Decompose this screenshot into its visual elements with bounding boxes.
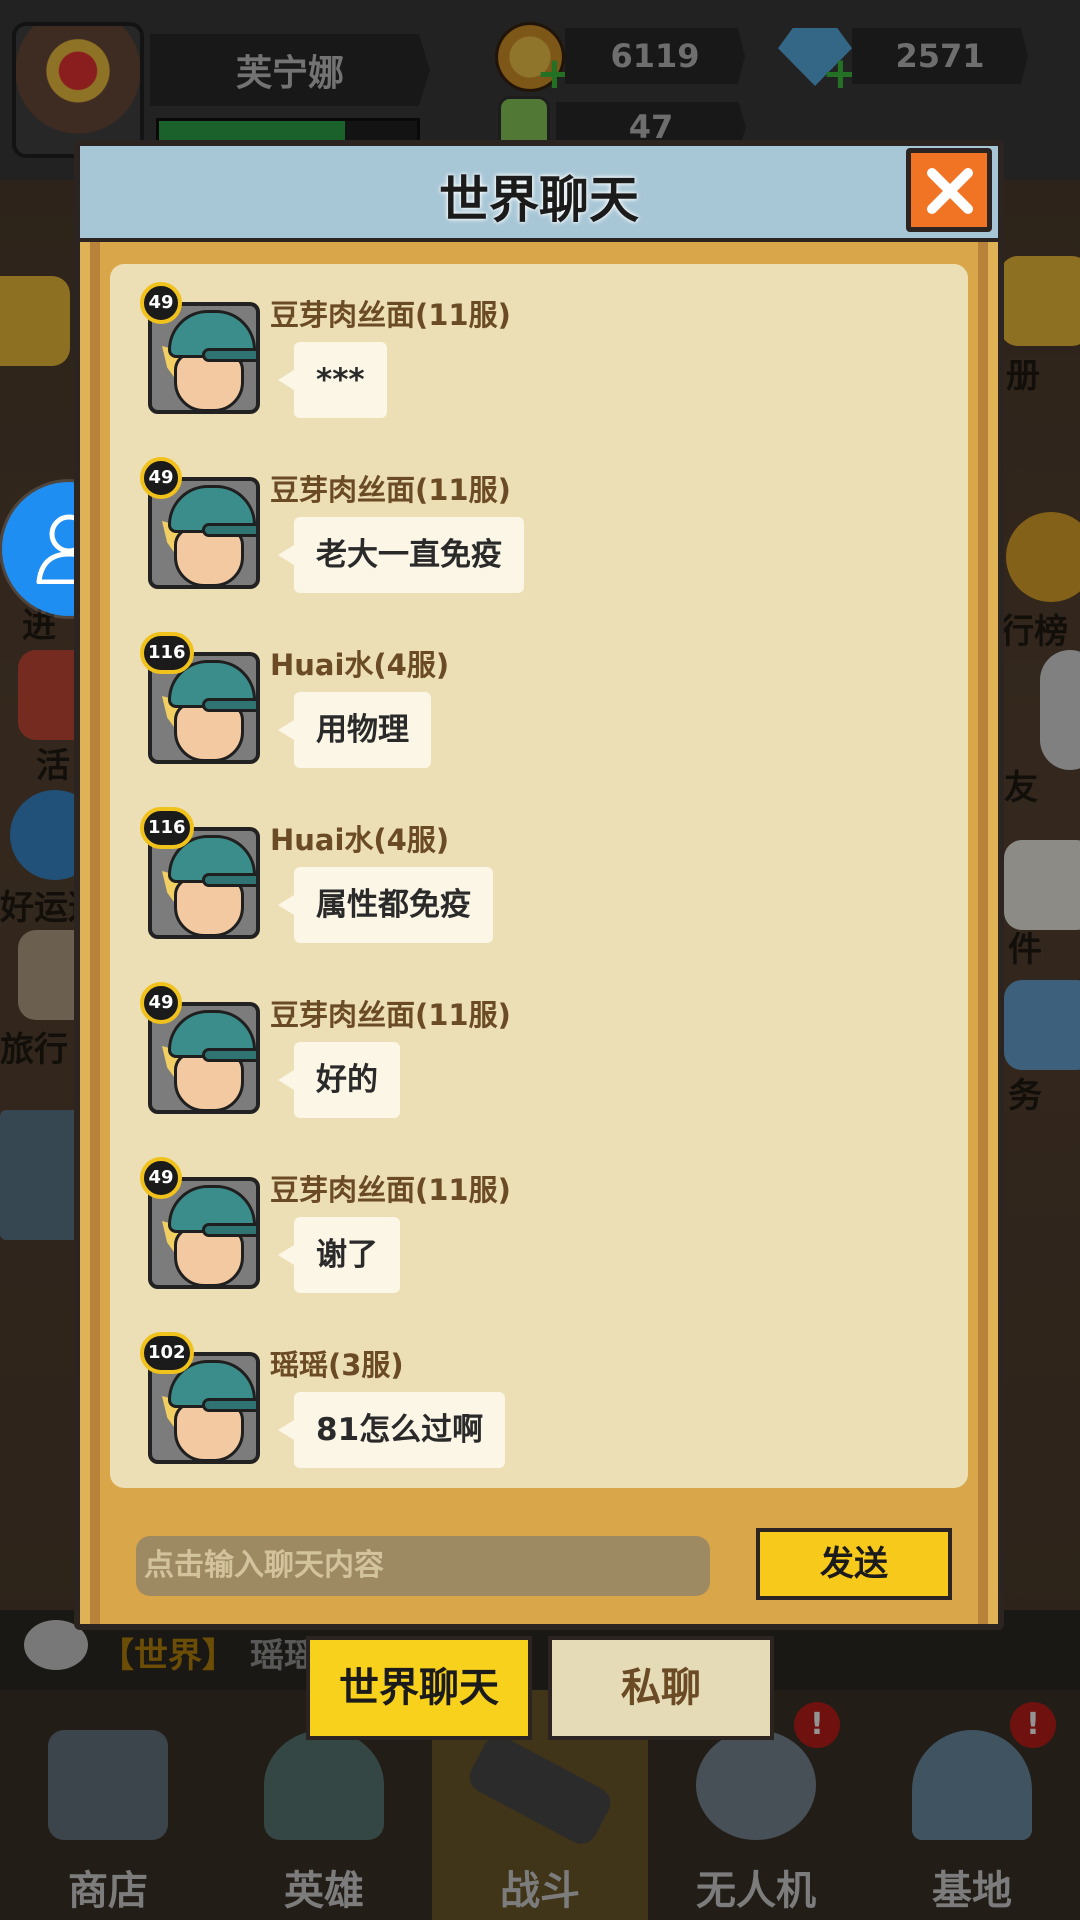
avatar-cap-brim (202, 698, 256, 712)
dialog-header: 世界聊天 (80, 146, 998, 242)
sender-name: Huai水(4服) (270, 823, 450, 857)
avatar-cap-brim (202, 1048, 256, 1062)
message-bubble: 谢了 (278, 1217, 400, 1293)
chat-message: 116 Huai水(4服) 属性都免疫 (140, 807, 948, 977)
tab-world-chat[interactable]: 世界聊天 (306, 1636, 532, 1740)
message-bubble: 81怎么过啊 (277, 1392, 506, 1468)
level-badge: 116 (140, 807, 194, 849)
sender-name: 豆芽肉丝面(11服) (270, 1173, 511, 1207)
chat-message: 49 豆芽肉丝面(11服) 好的 (140, 982, 948, 1152)
message-bubble: 用物理 (278, 692, 431, 768)
send-button[interactable]: 发送 (756, 1528, 952, 1600)
chat-message: 49 豆芽肉丝面(11服) 老大一直免疫 (140, 457, 948, 627)
chat-message: 116 Huai水(4服) 用物理 (140, 632, 948, 802)
game-screen: 芙宁娜 + 6119 + 2571 47 进 活 好运这 旅行 册 行榜 友 件… (0, 0, 1080, 1920)
sender-name: 豆芽肉丝面(11服) (270, 298, 511, 332)
level-badge: 102 (140, 1332, 194, 1374)
sender-name: 瑶瑶(3服) (270, 1348, 404, 1382)
avatar-cap-brim (202, 523, 256, 537)
chat-input[interactable]: 点击输入聊天内容 (136, 1536, 710, 1596)
avatar-cap-brim (202, 1223, 256, 1237)
message-list[interactable]: 49 豆芽肉丝面(11服) *** 49 豆芽肉丝面(11服) 老大一直免疫 116 Huai… (110, 264, 968, 1488)
level-badge: 116 (140, 632, 194, 674)
level-badge: 49 (140, 1157, 182, 1199)
sender-name: 豆芽肉丝面(11服) (270, 998, 511, 1032)
dialog-title: 世界聊天 (439, 171, 639, 229)
level-badge: 49 (140, 282, 182, 324)
chat-message: 49 豆芽肉丝面(11服) *** (140, 282, 948, 452)
world-chat-dialog: 世界聊天 49 豆芽肉丝面(11服) *** 49 豆芽肉丝面(11服) 老大一直免疫 11… (74, 140, 1004, 1630)
message-bubble: 属性都免疫 (278, 867, 493, 943)
message-bubble: 好的 (278, 1042, 400, 1118)
sender-name: 豆芽肉丝面(11服) (270, 473, 511, 507)
avatar-cap-brim (202, 1398, 256, 1412)
avatar-cap-brim (202, 348, 256, 362)
chat-message: 49 豆芽肉丝面(11服) 谢了 (140, 1157, 948, 1327)
level-badge: 49 (140, 982, 182, 1024)
message-bubble: *** (278, 342, 387, 418)
close-button[interactable] (906, 148, 992, 232)
level-badge: 49 (140, 457, 182, 499)
chat-message: 102 瑶瑶(3服) 81怎么过啊 (140, 1332, 948, 1502)
tab-private-chat[interactable]: 私聊 (548, 1636, 774, 1740)
sender-name: Huai水(4服) (270, 648, 450, 682)
avatar-cap-brim (202, 873, 256, 887)
close-icon (927, 168, 973, 214)
message-bubble: 老大一直免疫 (278, 517, 524, 593)
